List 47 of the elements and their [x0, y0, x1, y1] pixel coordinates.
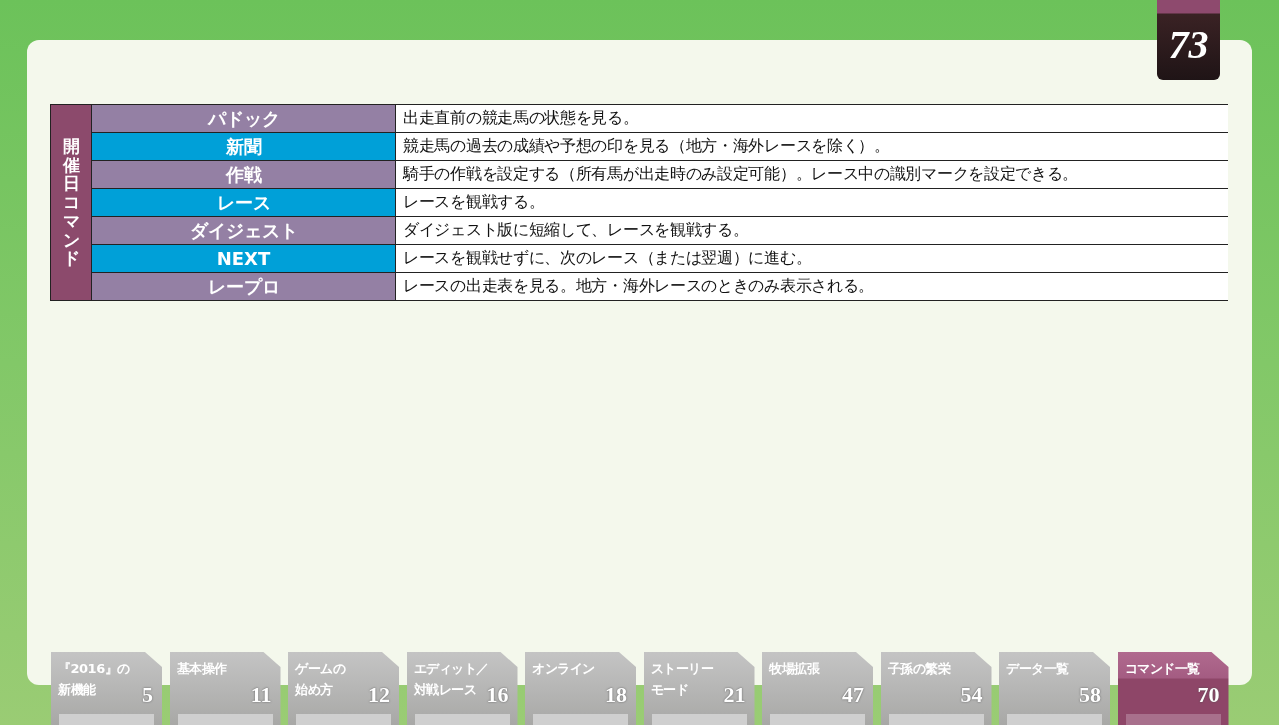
chapter-label: エディット／: [413, 660, 489, 678]
chapter-label: 牧場拡張: [769, 660, 819, 678]
chapter-label: ストーリー: [650, 660, 713, 678]
command-cell: 作戦: [92, 161, 396, 188]
page-number: 47: [842, 684, 864, 706]
page-number: 54: [960, 684, 983, 706]
chapter-label: 新機能: [58, 681, 96, 699]
page-number: 58: [1079, 684, 1101, 706]
chapter-label: ゲームの: [295, 660, 345, 678]
page-number: 18: [605, 684, 627, 706]
command-cell: 新聞: [92, 133, 396, 160]
description-cell: レースを観戦する。: [396, 189, 1228, 216]
chapter-tab[interactable]: エディット／ 対戦レース 16: [406, 652, 518, 725]
chapter-label: 基本操作: [176, 660, 227, 678]
chapter-tab[interactable]: 『2016』の 新機能 5: [51, 652, 162, 725]
chapter-label: モード: [650, 681, 688, 699]
chapter-label: 対戦レース: [413, 681, 476, 699]
description-cell: ダイジェスト版に短縮して、レースを観戦する。: [396, 217, 1228, 244]
chapter-tab[interactable]: ストーリー モード 21: [643, 652, 755, 725]
description-cell: 出走直前の競走馬の状態を見る。: [396, 105, 1228, 132]
description-cell: 騎手の作戦を設定する（所有馬が出走時のみ設定可能）。レース中の識別マークを設定できる。: [396, 161, 1228, 188]
page-number: 5: [142, 684, 153, 706]
description-cell: レースの出走表を見る。地方・海外レースのときのみ表示される。: [396, 273, 1228, 300]
chapter-label: 『2016』の: [58, 660, 130, 678]
command-cell: レース: [92, 189, 396, 216]
chapter-tab[interactable]: ゲームの 始め方 12: [288, 652, 399, 725]
command-cell: パドック: [92, 105, 396, 132]
table-header-cell: 開催日コマンド: [50, 105, 92, 300]
command-cell: レープロ: [92, 273, 396, 300]
chapter-tab[interactable]: 牧場拡張 47: [762, 652, 873, 725]
description-cell: レースを観戦せずに、次のレース（または翌週）に進む。: [396, 245, 1228, 272]
chapter-label: 子孫の繁栄: [887, 660, 950, 678]
page-number: 12: [368, 684, 390, 706]
chapter-tab[interactable]: 基本操作 11: [169, 652, 281, 725]
page-number: 11: [250, 684, 272, 706]
chapter-tab[interactable]: コマンド一覧 70: [1117, 652, 1229, 725]
command-cell: NEXT: [92, 245, 396, 272]
chapter-label: コマンド一覧: [1124, 660, 1200, 678]
chapter-label: オンライン: [532, 660, 595, 678]
description-cell: 競走馬の過去の成績や予想の印を見る（地方・海外レースを除く）。: [396, 133, 1228, 160]
command-cell: ダイジェスト: [92, 217, 396, 244]
page-number: 70: [1197, 684, 1220, 706]
chapter-tab[interactable]: オンライン 18: [525, 652, 636, 725]
chapter-tab[interactable]: 子孫の繁栄 54: [880, 652, 992, 725]
page-number: 21: [723, 684, 746, 706]
page-number: 16: [486, 684, 509, 706]
chapter-label: 始め方: [295, 681, 333, 699]
